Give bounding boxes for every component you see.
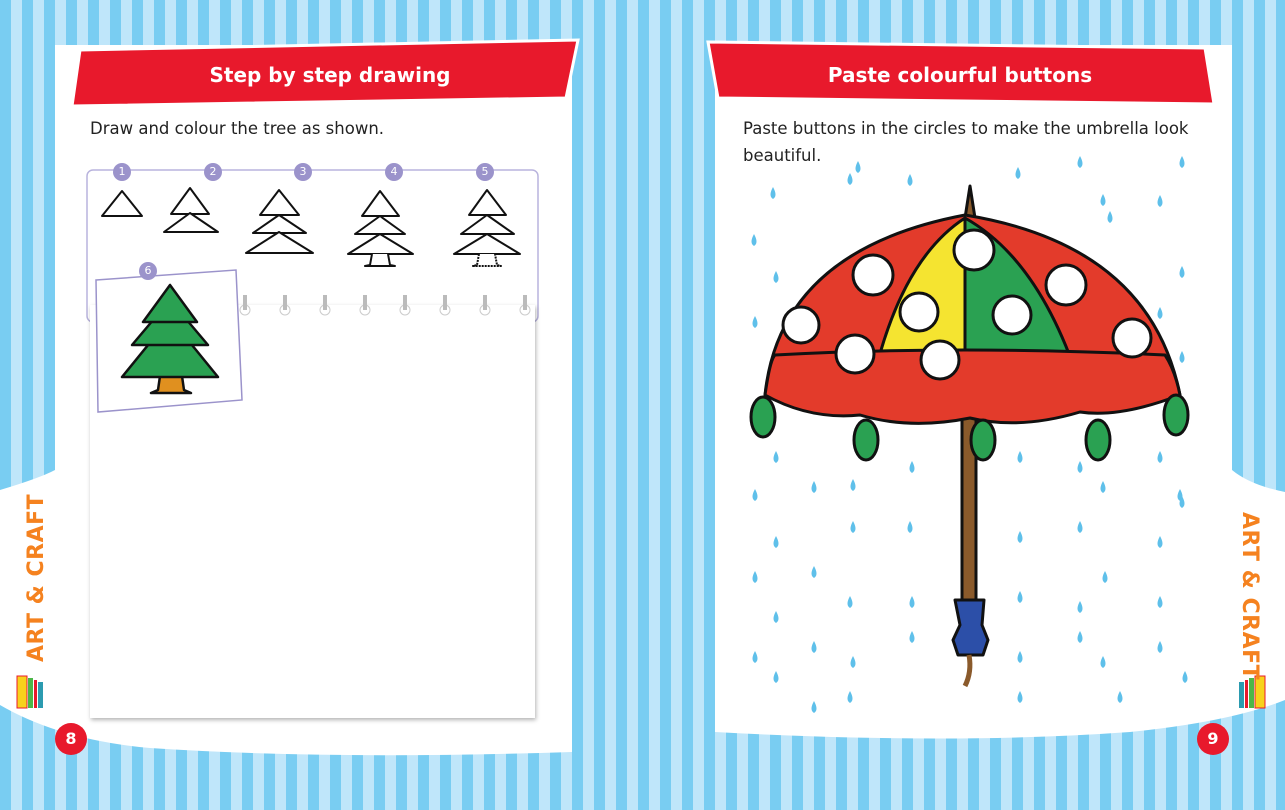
- step-badge-1: 1: [113, 163, 131, 181]
- spiral-ring-wire: [363, 295, 367, 310]
- page-number-right: 9: [1197, 723, 1229, 755]
- right-instruction-line2: beautiful.: [743, 146, 822, 165]
- step-badge-4: 4: [385, 163, 403, 181]
- right-side-label: ART & CRAFT: [1237, 512, 1262, 681]
- step-badge-3: 3: [294, 163, 312, 181]
- spiral-ring-wire: [323, 295, 327, 310]
- spiral-ring-wire: [483, 295, 487, 310]
- spiral-ring-wire: [403, 295, 407, 310]
- right-instruction-line1: Paste buttons in the circles to make the…: [743, 119, 1189, 138]
- spiral-ring-wire: [243, 295, 247, 310]
- final-tree-card: [95, 269, 243, 413]
- page-number-left: 8: [55, 723, 87, 755]
- left-side-label: ART & CRAFT: [24, 493, 49, 662]
- right-banner-title: Paste colourful buttons: [827, 63, 1093, 87]
- step-badge-6: 6: [139, 262, 157, 280]
- step-badge-5: 5: [476, 163, 494, 181]
- left-instruction: Draw and colour the tree as shown.: [90, 119, 385, 138]
- spiral-ring-wire: [523, 295, 527, 310]
- left-banner-title: Step by step drawing: [209, 63, 451, 87]
- spiral-ring-wire: [443, 295, 447, 310]
- spiral-ring-wire: [283, 295, 287, 310]
- step-badge-2: 2: [204, 163, 222, 181]
